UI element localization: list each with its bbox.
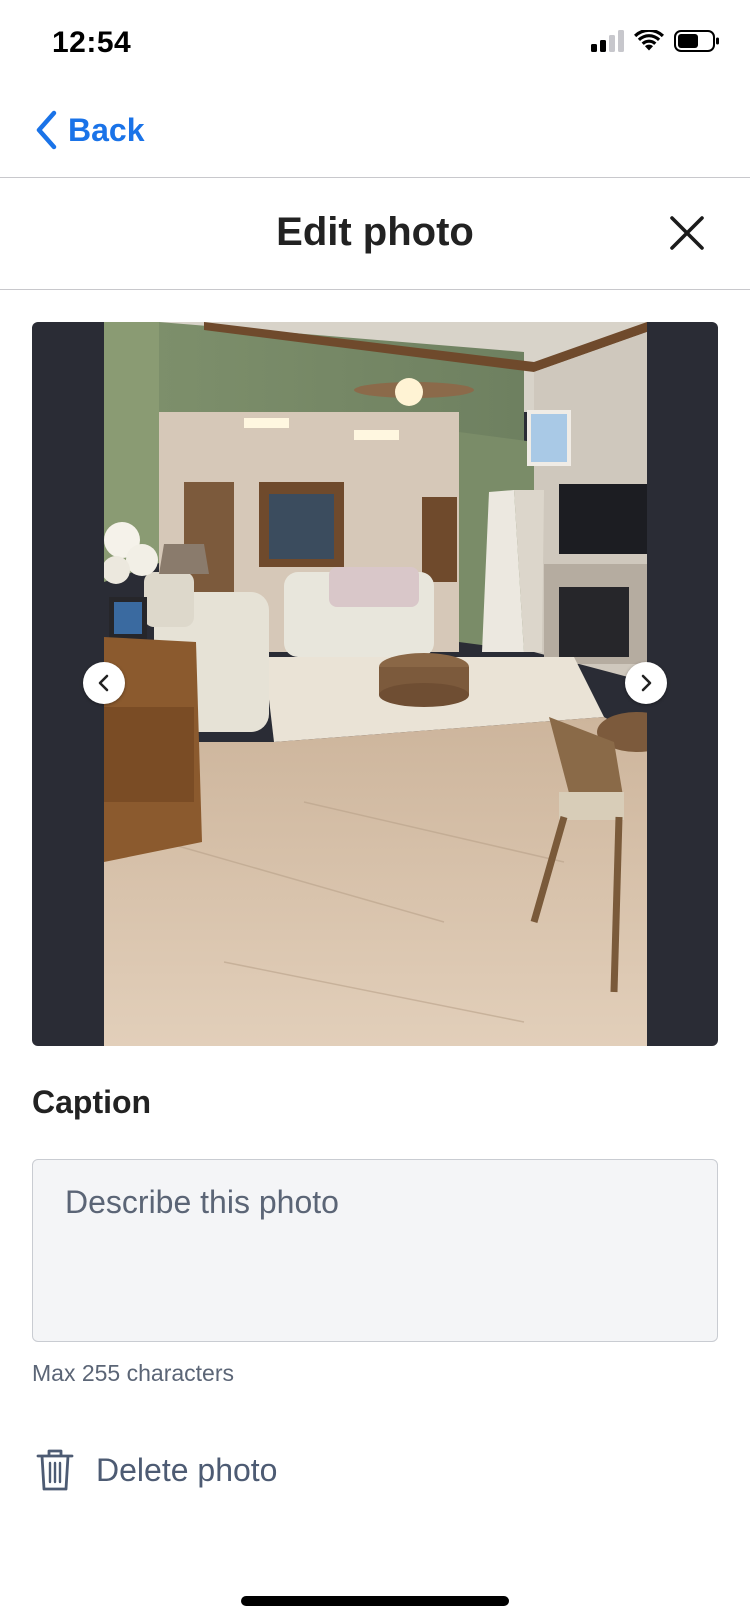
caption-label: Caption bbox=[32, 1084, 152, 1120]
status-time: 12:54 bbox=[52, 26, 132, 59]
close-icon[interactable] bbox=[668, 214, 706, 252]
wifi-icon bbox=[634, 30, 664, 51]
caption-input[interactable] bbox=[33, 1160, 717, 1341]
chevron-right-icon bbox=[641, 674, 652, 692]
previous-photo-button[interactable] bbox=[83, 662, 125, 704]
next-photo-button[interactable] bbox=[625, 662, 667, 704]
trash-icon bbox=[36, 1449, 74, 1491]
page-title: Edit photo bbox=[276, 210, 474, 254]
navigation-bar: Back bbox=[0, 90, 750, 178]
cellular-signal-icon bbox=[591, 30, 624, 52]
caption-field-container bbox=[32, 1159, 718, 1342]
chevron-left-icon bbox=[98, 674, 109, 692]
delete-photo-label: Delete photo bbox=[96, 1451, 278, 1488]
chevron-left-icon bbox=[36, 110, 57, 150]
status-icons bbox=[591, 30, 720, 52]
status-bar: 12:54 bbox=[0, 0, 750, 90]
back-button[interactable]: Back bbox=[34, 110, 145, 150]
battery-icon bbox=[674, 30, 719, 52]
caption-helper-text: Max 255 characters bbox=[32, 1360, 234, 1386]
home-indicator[interactable] bbox=[241, 1596, 509, 1606]
room-photo bbox=[104, 322, 647, 1046]
back-label: Back bbox=[68, 111, 145, 148]
delete-photo-button[interactable]: Delete photo bbox=[36, 1448, 277, 1492]
photo-carousel bbox=[32, 322, 718, 1046]
modal-header: Edit photo bbox=[0, 178, 750, 290]
